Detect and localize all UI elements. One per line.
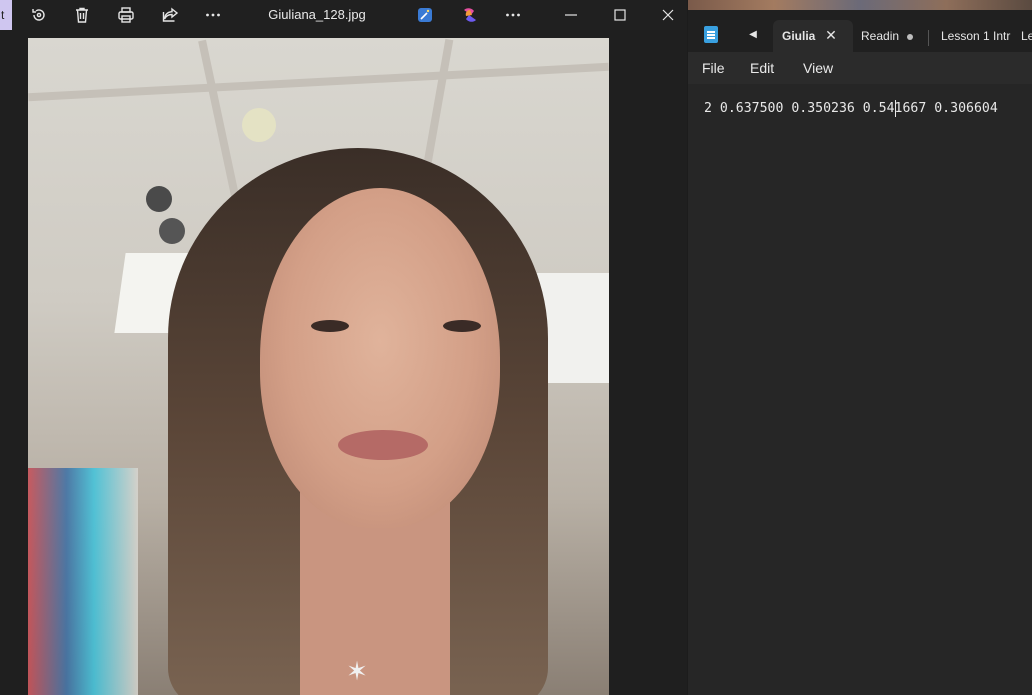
- more-icon[interactable]: [500, 2, 526, 28]
- tab-scroll-left-icon[interactable]: ◀: [746, 28, 760, 42]
- tab-label: Readin: [861, 29, 900, 43]
- tab-reading[interactable]: Readin: [861, 20, 903, 52]
- tab-overflow[interactable]: Le: [1021, 20, 1032, 52]
- photos-toolbar: t Giuliana_128.jpg: [0, 0, 687, 30]
- notepad-tab-bar: ◀ Giulia ✕ Readin Lesson 1 Intr Le: [688, 10, 1032, 52]
- left-eye: [311, 320, 349, 332]
- tab-label: Le: [1021, 29, 1032, 43]
- star-pendant-icon: ✶: [346, 656, 368, 686]
- photo-file-title: Giuliana_128.jpg: [268, 7, 366, 22]
- clothing-rack: [28, 468, 138, 695]
- editor-content: 2 0.637500 0.350236 0.541667 0.306604: [704, 101, 998, 116]
- menu-file[interactable]: File: [702, 60, 725, 76]
- text-caret: [895, 100, 896, 117]
- notepad-menu-bar: File Edit View: [688, 52, 1032, 84]
- share-icon[interactable]: [157, 2, 183, 28]
- text-editor[interactable]: 2 0.637500 0.350236 0.541667 0.306604: [688, 84, 1032, 695]
- magic-wand-icon[interactable]: [412, 2, 438, 28]
- tab-label: Lesson 1 Intr: [941, 29, 1011, 43]
- background-window-strip: [688, 0, 1032, 10]
- copilot-icon[interactable]: [457, 2, 483, 28]
- close-tab-icon[interactable]: ✕: [824, 28, 838, 42]
- minimize-icon[interactable]: [558, 2, 584, 28]
- left-accent-tab[interactable]: t: [0, 0, 12, 30]
- lips: [338, 430, 428, 460]
- photo-canvas[interactable]: ✶: [28, 38, 609, 695]
- menu-view[interactable]: View: [803, 60, 833, 76]
- delete-icon[interactable]: [69, 2, 95, 28]
- more-icon[interactable]: [200, 2, 226, 28]
- rotate-icon[interactable]: [26, 2, 52, 28]
- security-camera: [159, 218, 185, 244]
- maximize-icon[interactable]: [607, 2, 633, 28]
- ceiling-beam: [28, 62, 609, 102]
- tab-label: Giulia: [782, 29, 816, 43]
- photos-window: t Giuliana_128.jpg ✶: [0, 0, 687, 695]
- unsaved-dot-icon: [907, 34, 913, 40]
- face: [260, 188, 500, 528]
- tab-divider: [928, 30, 929, 46]
- menu-edit[interactable]: Edit: [750, 60, 774, 76]
- tab-lesson-1[interactable]: Lesson 1 Intr: [941, 20, 1011, 52]
- tab-giulia[interactable]: Giulia: [773, 20, 853, 52]
- security-camera: [146, 186, 172, 212]
- close-icon[interactable]: [655, 2, 681, 28]
- print-icon[interactable]: [113, 2, 139, 28]
- notepad-window: ◀ Giulia ✕ Readin Lesson 1 Intr Le File …: [688, 0, 1032, 695]
- hanging-globe-camera: [242, 108, 276, 142]
- right-eye: [443, 320, 481, 332]
- notepad-icon: [704, 26, 718, 43]
